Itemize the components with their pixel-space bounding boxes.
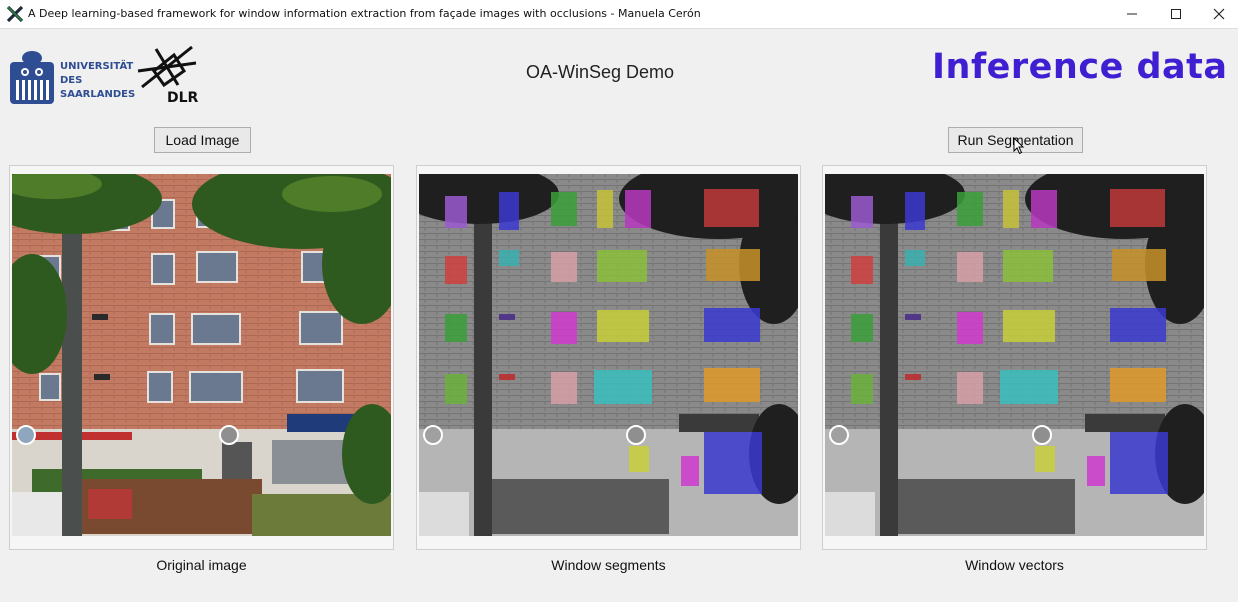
original-facade-image [12,174,391,536]
window-vectors-image [825,174,1204,536]
x-app-icon [6,5,24,23]
original-image-caption: Original image [156,557,247,573]
window-segments-panel [416,165,801,550]
university-name: UNIVERSITÄT DES SAARLANDES [60,60,135,102]
close-icon [1213,8,1225,20]
window-segments-caption: Window segments [551,557,666,573]
load-image-button[interactable]: Load Image [154,127,251,153]
window-vectors-caption: Window vectors [965,557,1064,573]
window-segments-image [419,174,798,536]
maximize-button[interactable] [1154,0,1198,28]
dlr-text: DLR [167,90,199,106]
minimize-button[interactable] [1110,0,1154,28]
minimize-icon [1127,13,1137,15]
original-image-panel [9,165,394,550]
title-bar: A Deep learning-based framework for wind… [0,0,1238,29]
window-vectors-panel [822,165,1207,550]
mouse-cursor-icon [1013,137,1025,155]
maximize-icon [1171,9,1181,19]
inference-title: Inference data [932,47,1228,87]
close-button[interactable] [1197,0,1238,28]
window-title: A Deep learning-based framework for wind… [28,7,701,20]
uni-line-1: UNIVERSITÄT [60,61,134,72]
uni-line-2: DES [60,75,83,86]
uni-line-3: SAARLANDES [60,89,136,100]
demo-title: OA-WinSeg Demo [526,62,675,82]
